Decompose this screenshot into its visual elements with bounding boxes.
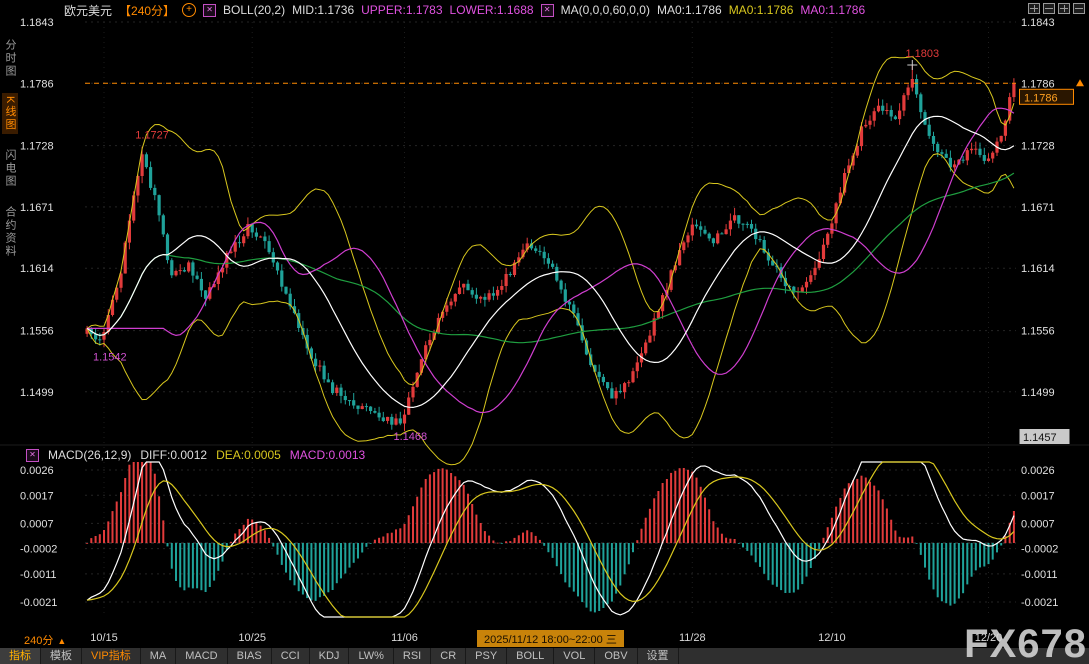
timeframe-badge[interactable]: 240分▲ xyxy=(24,632,66,648)
macd-axis-label-right: 0.0026 xyxy=(1021,465,1055,477)
toolbar-tab-0[interactable]: 指标 xyxy=(0,648,41,664)
ma-indicator-close-icon[interactable]: ✕ xyxy=(541,4,554,17)
macd-axis-label-right: 0.0007 xyxy=(1021,518,1055,530)
price-axis-label-right: 1.1614 xyxy=(1021,263,1055,275)
boll-mid-value: MID:1.1736 xyxy=(292,3,354,17)
toolbar-tab-1[interactable]: 模板 xyxy=(41,648,82,664)
price-annotation: 1.1727 xyxy=(135,130,169,142)
bottom-toolbar: 指标模板VIP指标MAMACDBIASCCIKDJLW%RSICRPSYBOLL… xyxy=(0,647,1089,664)
macd-axis-label-left: 0.0026 xyxy=(20,465,54,477)
price-axis-label-right: 1.1556 xyxy=(1021,326,1055,338)
boll-lower-value: LOWER:1.1688 xyxy=(450,3,534,17)
crosshair-time-readout: 2025/11/12 18:00~22:00 三 xyxy=(477,630,624,648)
price-axis-label-left: 1.1671 xyxy=(20,202,54,214)
ma0-value-1: MA0:1.1786 xyxy=(657,3,722,17)
macd-dea-value: DEA:0.0005 xyxy=(216,448,281,462)
price-axis-label-left: 1.1614 xyxy=(20,263,54,275)
macd-diff-value: DIFF:0.0012 xyxy=(140,448,207,462)
date-label: 12/10 xyxy=(818,632,846,644)
fx678-watermark: FX678 xyxy=(964,622,1087,664)
layout-split-icon[interactable] xyxy=(1058,3,1070,14)
toolbar-tab-9[interactable]: RSI xyxy=(394,648,431,664)
boll-upper-value: UPPER:1.1783 xyxy=(361,3,442,17)
price-axis-label-left: 1.1786 xyxy=(20,78,54,90)
macd-axis-label-left: -0.0011 xyxy=(20,569,57,581)
date-label: 10/15 xyxy=(90,632,118,644)
toolbar-tab-13[interactable]: VOL xyxy=(554,648,595,664)
sidebar-item-3[interactable]: 合约资料 xyxy=(2,203,18,261)
layout-rows-icon[interactable] xyxy=(1043,3,1055,14)
price-axis-label-left: 1.1499 xyxy=(20,387,54,399)
toolbar-tab-4[interactable]: MACD xyxy=(176,648,227,664)
macd-header: ✕ MACD(26,12,9) DIFF:0.0012 DEA:0.0005 M… xyxy=(26,448,365,462)
range-low-label: 1.1457 xyxy=(1023,432,1057,444)
macd-macd-value: MACD:0.0013 xyxy=(290,448,365,462)
boll-label: BOLL(20,2) xyxy=(223,3,285,17)
date-label: 10/25 xyxy=(238,632,266,644)
macd-axis-label-right: -0.0011 xyxy=(1021,569,1058,581)
macd-axis-label-right: -0.0002 xyxy=(1021,544,1058,556)
sidebar-item-2[interactable]: 闪电图 xyxy=(2,146,18,191)
macd-axis-label-left: -0.0002 xyxy=(20,544,57,556)
indicator-topbar: 欧元美元 【240分】 + ✕ BOLL(20,2) MID:1.1736 UP… xyxy=(64,2,865,18)
boll-indicator-close-icon[interactable]: ✕ xyxy=(203,4,216,17)
ma0-value-3: MA0:1.1786 xyxy=(800,3,865,17)
layout-single-icon[interactable] xyxy=(1073,3,1085,14)
toolbar-tab-15[interactable]: 设置 xyxy=(638,648,679,664)
price-axis-label-right: 1.1499 xyxy=(1021,387,1055,399)
toolbar-tab-10[interactable]: CR xyxy=(431,648,466,664)
layout-switcher xyxy=(1028,3,1085,14)
macd-label: MACD(26,12,9) xyxy=(48,448,131,462)
price-axis-label-right: 1.1843 xyxy=(1021,17,1055,29)
sidebar-item-1[interactable]: K线图 xyxy=(2,93,18,134)
price-axis-label-right: 1.1728 xyxy=(1021,141,1055,153)
price-axis-label-right: 1.1786 xyxy=(1021,78,1055,90)
up-triangle-icon: ▲ xyxy=(57,636,66,646)
toolbar-tab-2[interactable]: VIP指标 xyxy=(82,648,141,664)
toolbar-tab-8[interactable]: LW% xyxy=(349,648,393,664)
circle-plus-icon[interactable]: + xyxy=(182,3,196,17)
price-axis-label-left: 1.1556 xyxy=(20,326,54,338)
sidebar-item-0[interactable]: 分时图 xyxy=(2,36,18,81)
ma-label: MA(0,0,0,60,0,0) xyxy=(561,3,650,17)
price-annotation: 1.1542 xyxy=(93,352,127,364)
app-window: 1.1843 1.1843 1.1786 1.1786 1.1728 1.1728 1.16… xyxy=(0,0,1089,664)
macd-indicator-close-icon[interactable]: ✕ xyxy=(26,449,39,462)
toolbar-tab-14[interactable]: OBV xyxy=(595,648,637,664)
main-chart-svg[interactable]: 1.1843 1.1843 1.1786 1.1786 1.1728 1.1728 1.16… xyxy=(0,0,1089,664)
price-annotation: 1.1468 xyxy=(393,431,427,443)
left-sidebar: 分时图 K线图闪电图合约资料 xyxy=(0,24,17,647)
macd-axis-label-left: 0.0007 xyxy=(20,518,54,530)
symbol-name: 欧元美元 xyxy=(64,2,112,19)
macd-axis-label-right: -0.0021 xyxy=(1021,597,1058,609)
macd-axis-label-right: 0.0017 xyxy=(1021,490,1055,502)
toolbar-tab-11[interactable]: PSY xyxy=(466,648,507,664)
price-up-arrow-icon xyxy=(1076,79,1084,86)
toolbar-tab-7[interactable]: KDJ xyxy=(310,648,350,664)
ma0-value-2: MA0:1.1786 xyxy=(729,3,794,17)
period-label: 【240分】 xyxy=(119,2,175,19)
toolbar-tab-5[interactable]: BIAS xyxy=(228,648,272,664)
price-axis-label-right: 1.1671 xyxy=(1021,202,1055,214)
price-axis-label-left: 1.1843 xyxy=(20,17,54,29)
price-annotation: 1.1803 xyxy=(905,48,939,60)
current-price-label: 1.1786 xyxy=(1024,92,1058,104)
macd-axis-label-left: -0.0021 xyxy=(20,597,57,609)
layout-grid-icon[interactable] xyxy=(1028,3,1040,14)
date-label: 11/06 xyxy=(391,632,418,644)
price-axis-label-left: 1.1728 xyxy=(20,141,54,153)
toolbar-tab-12[interactable]: BOLL xyxy=(507,648,554,664)
macd-axis-label-left: 0.0017 xyxy=(20,490,54,502)
date-label: 11/28 xyxy=(679,632,706,644)
toolbar-tab-3[interactable]: MA xyxy=(141,648,177,664)
toolbar-tab-6[interactable]: CCI xyxy=(272,648,310,664)
